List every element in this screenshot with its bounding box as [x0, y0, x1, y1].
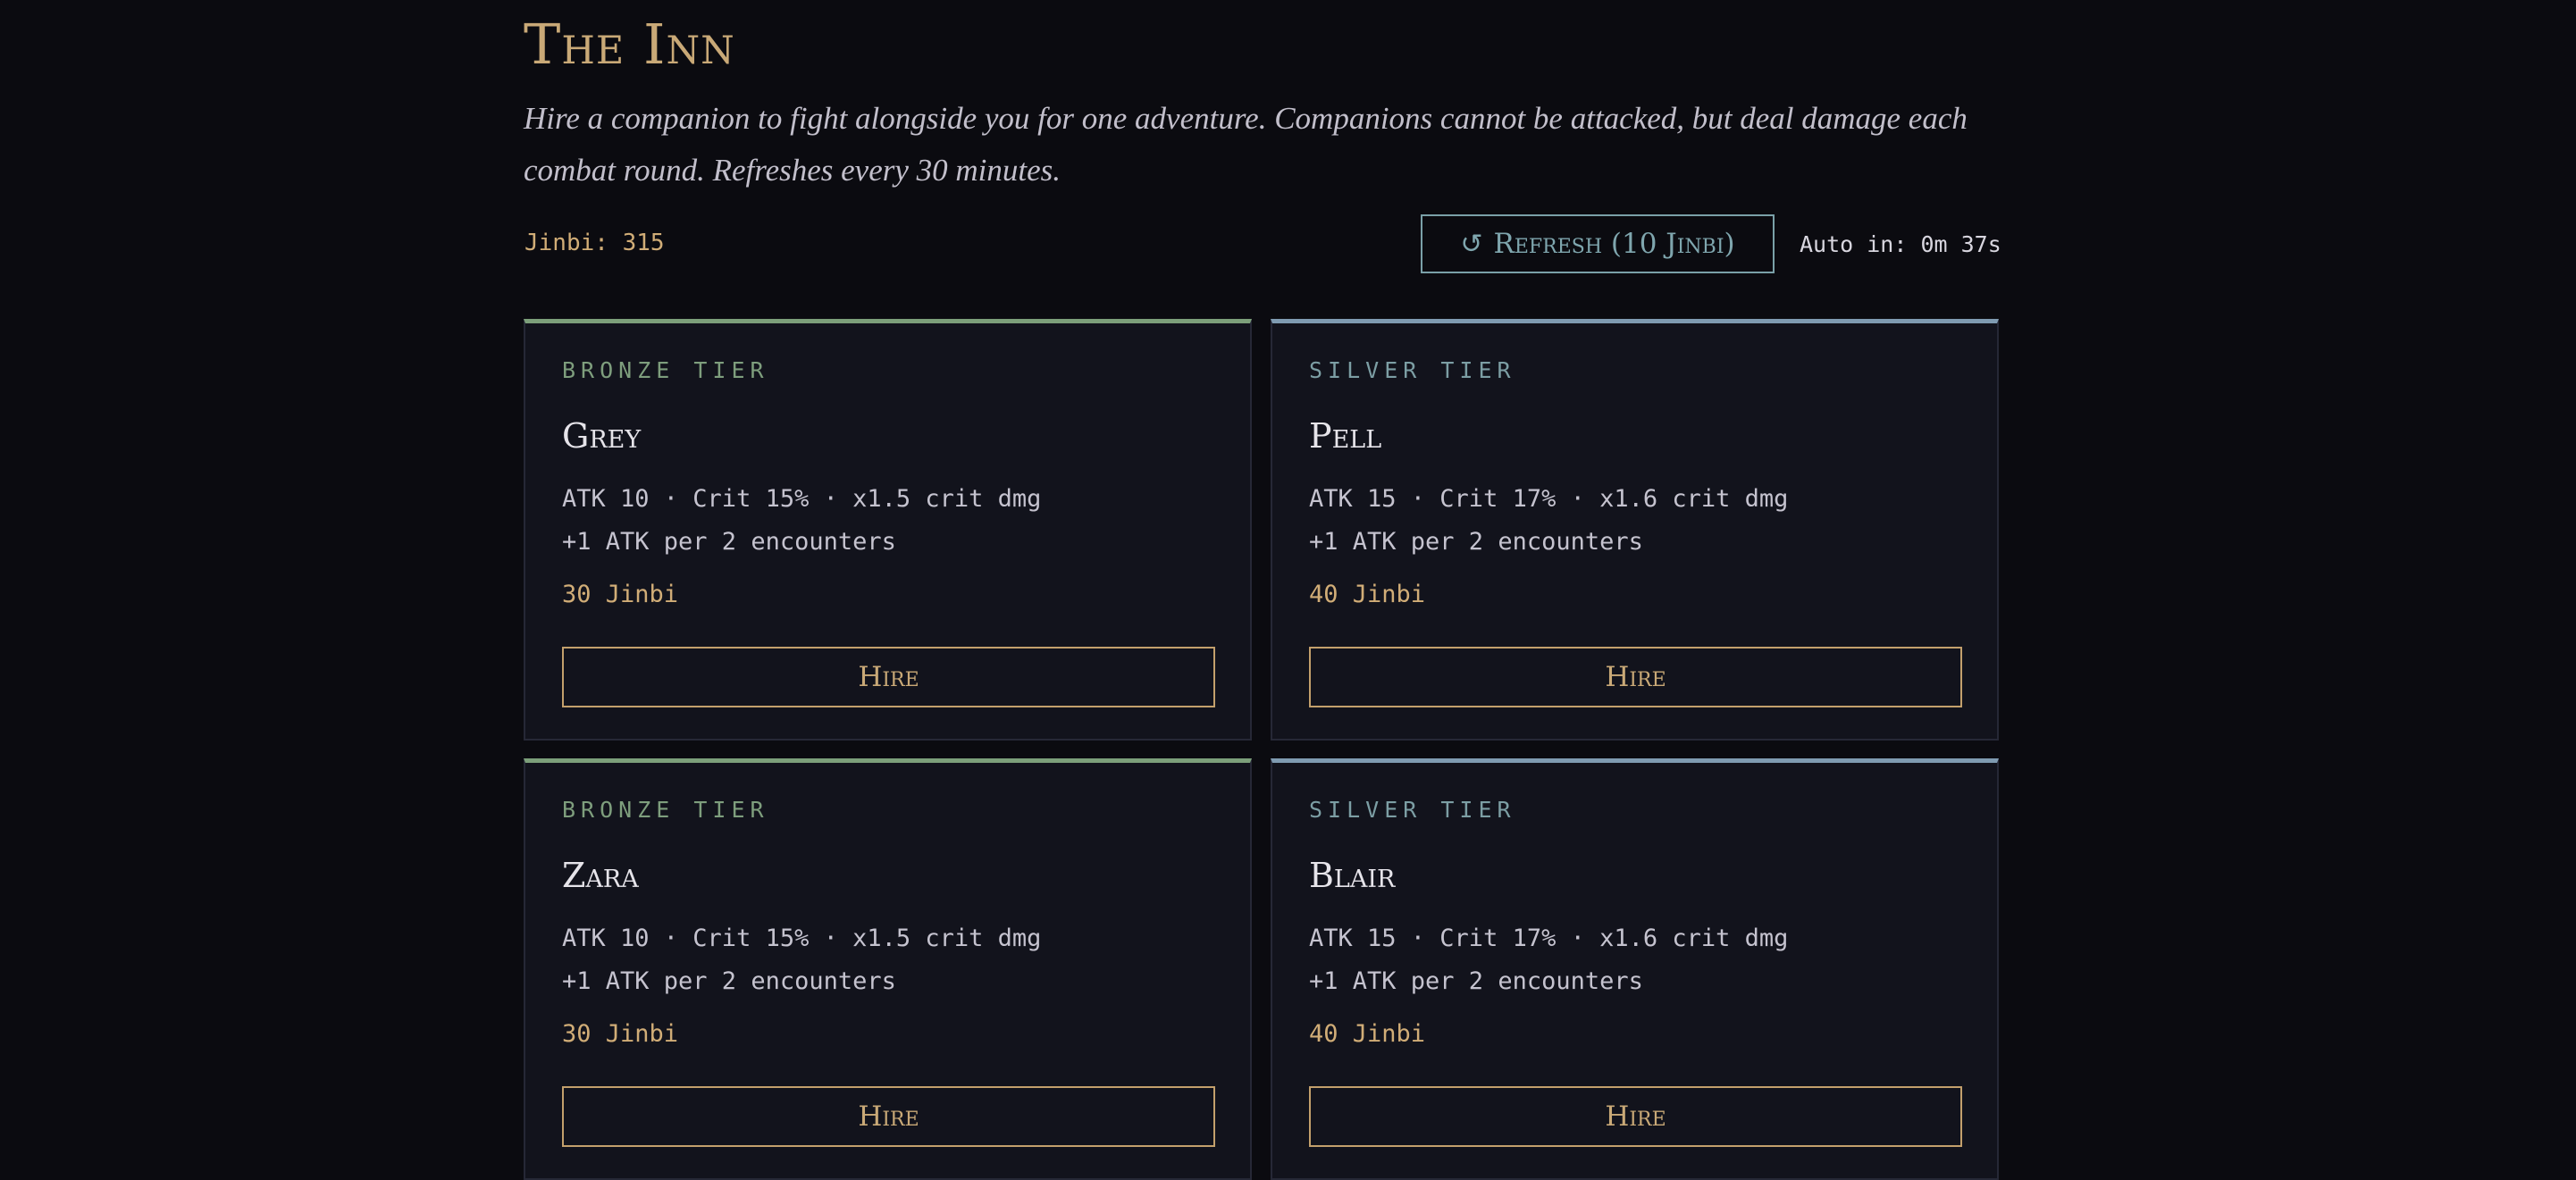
auto-refresh-timer: Auto in: 0m 37s — [1800, 231, 2001, 257]
hire-button[interactable]: Hire — [562, 647, 1215, 707]
page-title: The Inn — [524, 12, 735, 77]
companion-name: Blair — [1309, 856, 1396, 895]
hire-button[interactable]: Hire — [1309, 647, 1962, 707]
companion-name: Grey — [562, 416, 642, 456]
tier-label: SILVER TIER — [1309, 797, 1516, 823]
companion-card-zara: BRONZE TIER Zara ATK 10 · Crit 15% · x1.… — [524, 758, 1252, 1180]
hire-button[interactable]: Hire — [562, 1086, 1215, 1147]
companion-price: 30 Jinbi — [562, 1020, 679, 1048]
companion-card-blair: SILVER TIER Blair ATK 15 · Crit 17% · x1… — [1271, 758, 1999, 1180]
companion-stats: ATK 10 · Crit 15% · x1.5 crit dmg +1 ATK… — [562, 917, 1041, 1003]
companion-price: 40 Jinbi — [1309, 581, 1426, 608]
page-description: Hire a companion to fight alongside you … — [524, 101, 1968, 188]
stats-line: ATK 15 · Crit 17% · x1.6 crit dmg — [1309, 925, 1789, 952]
companion-card-pell: SILVER TIER Pell ATK 15 · Crit 17% · x1.… — [1271, 319, 1999, 741]
companion-name: Pell — [1309, 416, 1382, 456]
growth-line: +1 ATK per 2 encounters — [1309, 967, 1643, 995]
stats-line: ATK 10 · Crit 15% · x1.5 crit dmg — [562, 925, 1042, 952]
stats-line: ATK 15 · Crit 17% · x1.6 crit dmg — [1309, 485, 1789, 513]
companion-price: 40 Jinbi — [1309, 1020, 1426, 1048]
growth-line: +1 ATK per 2 encounters — [562, 528, 896, 556]
growth-line: +1 ATK per 2 encounters — [562, 967, 896, 995]
companion-stats: ATK 10 · Crit 15% · x1.5 crit dmg +1 ATK… — [562, 478, 1041, 564]
refresh-button[interactable]: ↺ Refresh (10 Jinbi) — [1421, 214, 1775, 273]
tier-label: BRONZE TIER — [562, 797, 769, 823]
companion-stats: ATK 15 · Crit 17% · x1.6 crit dmg +1 ATK… — [1309, 917, 1788, 1003]
hire-button[interactable]: Hire — [1309, 1086, 1962, 1147]
stats-line: ATK 10 · Crit 15% · x1.5 crit dmg — [562, 485, 1042, 513]
tier-label: SILVER TIER — [1309, 357, 1516, 383]
tier-label: BRONZE TIER — [562, 357, 769, 383]
companion-card-grey: BRONZE TIER Grey ATK 10 · Crit 15% · x1.… — [524, 319, 1252, 741]
companion-name: Zara — [562, 856, 639, 895]
companion-stats: ATK 15 · Crit 17% · x1.6 crit dmg +1 ATK… — [1309, 478, 1788, 564]
companion-price: 30 Jinbi — [562, 581, 679, 608]
refresh-icon: ↺ — [1460, 228, 1483, 260]
refresh-button-label: Refresh (10 Jinbi) — [1493, 228, 1735, 260]
jinbi-balance: Jinbi: 315 — [524, 230, 665, 256]
growth-line: +1 ATK per 2 encounters — [1309, 528, 1643, 556]
